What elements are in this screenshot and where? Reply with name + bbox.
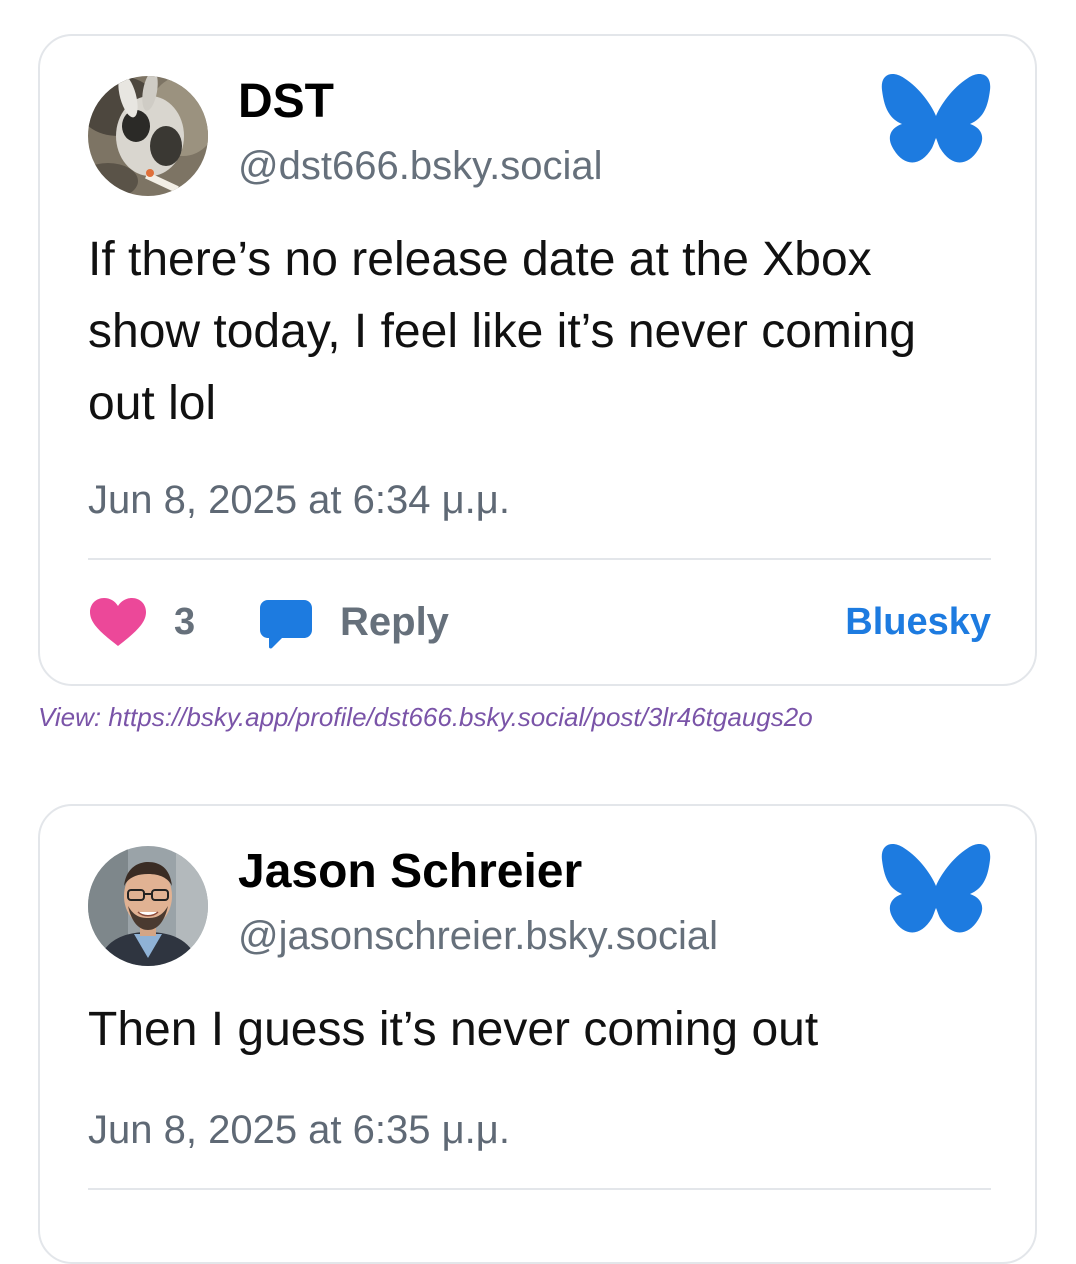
post-timestamp[interactable]: Jun 8, 2025 at 6:35 μ.μ. <box>88 1106 510 1154</box>
like-count: 3 <box>174 601 196 643</box>
divider <box>88 558 991 560</box>
divider <box>88 1188 991 1190</box>
avatar[interactable] <box>88 846 208 966</box>
view-post-link[interactable]: View: https://bsky.app/profile/dst666.bs… <box>38 700 813 734</box>
post-text: Then I guess it’s never coming out <box>88 1003 819 1056</box>
avatar[interactable] <box>88 76 208 196</box>
post-card[interactable]: Jason Schreier @jasonschreier.bsky.socia… <box>38 804 1037 1264</box>
speech-bubble-icon[interactable] <box>260 600 312 650</box>
author-handle[interactable]: @dst666.bsky.social <box>238 142 602 190</box>
author-name[interactable]: DST <box>238 74 334 130</box>
reply-button[interactable]: Reply <box>340 598 449 646</box>
post-actions: 3 Reply Bluesky <box>88 594 991 650</box>
heart-icon[interactable] <box>90 598 146 648</box>
bluesky-link[interactable]: Bluesky <box>845 598 991 646</box>
post-timestamp[interactable]: Jun 8, 2025 at 6:34 μ.μ. <box>88 476 510 524</box>
author-name[interactable]: Jason Schreier <box>238 844 582 900</box>
avatar-image <box>88 846 208 966</box>
avatar-image <box>88 76 208 196</box>
bluesky-butterfly-icon[interactable] <box>880 842 992 942</box>
post-text: If there’s no release date at the Xbox s… <box>88 233 916 430</box>
bluesky-butterfly-icon[interactable] <box>880 72 992 172</box>
post-card[interactable]: DST @dst666.bsky.social If there’s no re… <box>38 34 1037 686</box>
author-handle[interactable]: @jasonschreier.bsky.social <box>238 912 718 960</box>
